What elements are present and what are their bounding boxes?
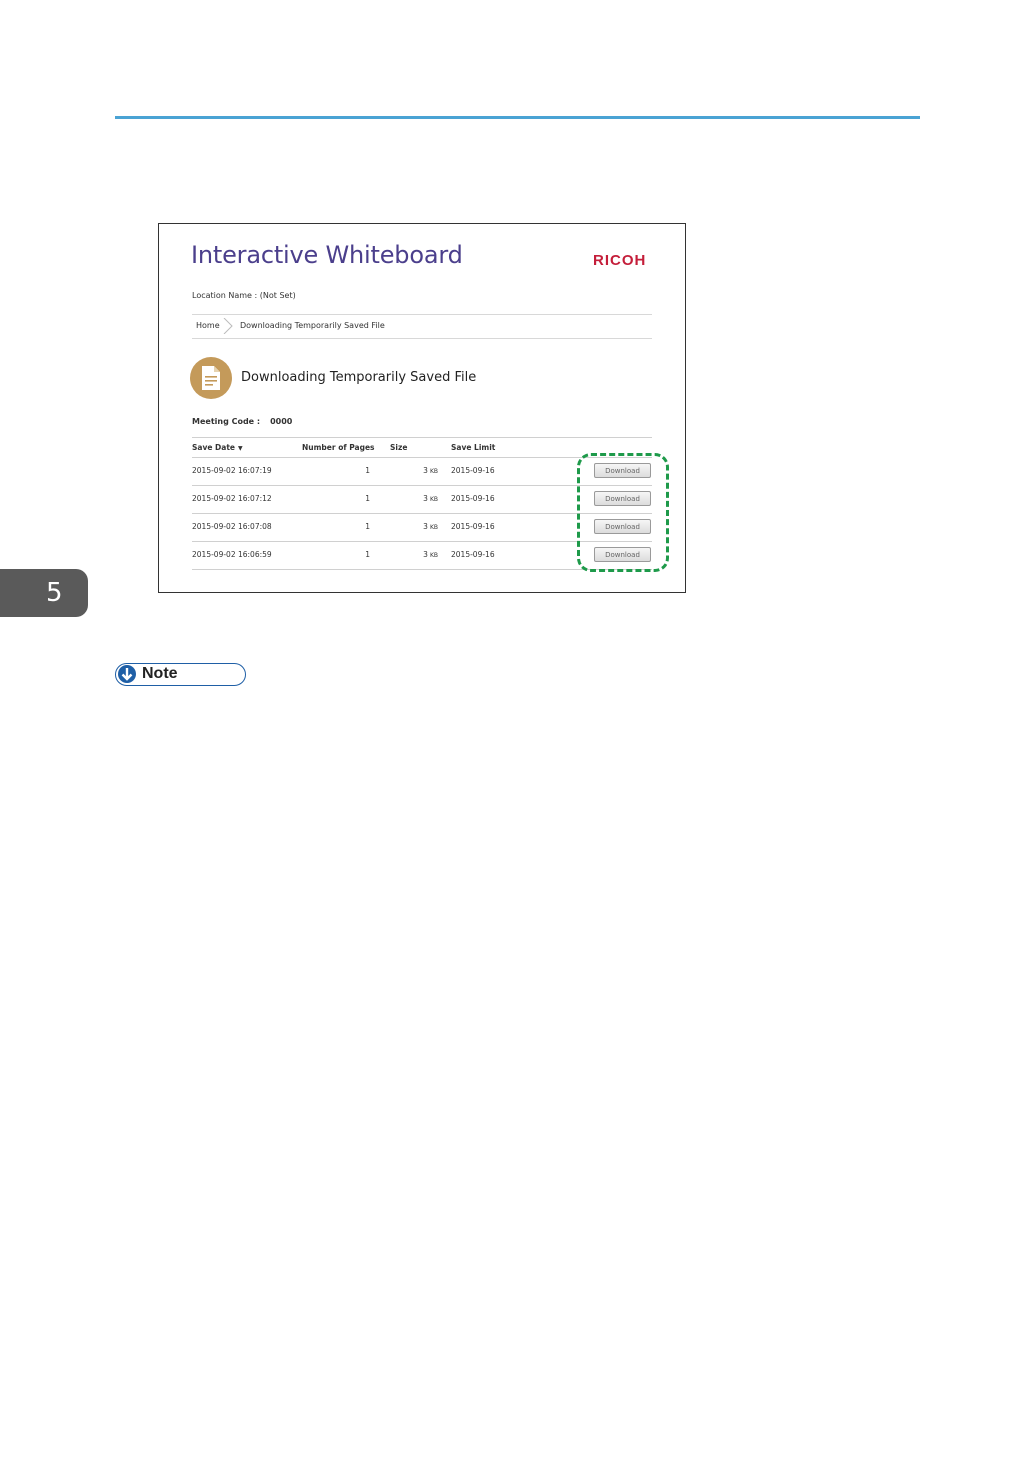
header-rule <box>115 116 920 119</box>
cell-pages: 1 <box>365 494 370 503</box>
cell-save-date: 2015-09-02 16:07:19 <box>192 466 272 475</box>
cell-save-limit: 2015-09-16 <box>451 466 495 475</box>
cell-size-unit: KB <box>429 496 438 503</box>
cell-save-limit: 2015-09-16 <box>451 550 495 559</box>
cell-size-value: 3 <box>423 494 428 503</box>
screenshot-frame: Interactive Whiteboard RICOH Location Na… <box>158 223 686 593</box>
cell-size-value: 3 <box>423 466 428 475</box>
cell-size-unit: KB <box>429 468 438 475</box>
cell-size: 3 KB <box>412 494 438 503</box>
header-size: Size <box>390 443 408 452</box>
note-badge: Note <box>115 663 246 686</box>
note-label: Note <box>142 665 178 682</box>
sort-down-icon: ▼ <box>238 445 243 452</box>
page-title: Downloading Temporarily Saved File <box>241 370 477 385</box>
cell-size-unit: KB <box>429 524 438 531</box>
breadcrumb: Home Downloading Temporarily Saved File <box>192 314 652 339</box>
cell-pages: 1 <box>365 550 370 559</box>
header-save-limit: Save Limit <box>451 443 496 452</box>
cell-size: 3 KB <box>412 466 438 475</box>
cell-pages: 1 <box>365 522 370 531</box>
arrow-down-icon <box>118 665 136 683</box>
cell-size: 3 KB <box>412 522 438 531</box>
app-title: Interactive Whiteboard <box>191 241 463 269</box>
header-save-date-label: Save Date <box>192 443 236 452</box>
cell-save-limit: 2015-09-16 <box>451 494 495 503</box>
cell-size-unit: KB <box>429 552 438 559</box>
cell-size: 3 KB <box>412 550 438 559</box>
breadcrumb-current: Downloading Temporarily Saved File <box>240 321 385 330</box>
meeting-code: Meeting Code : 0000 <box>192 417 292 426</box>
cell-size-value: 3 <box>423 522 428 531</box>
cell-pages: 1 <box>365 466 370 475</box>
cell-size-value: 3 <box>423 550 428 559</box>
location-name: Location Name : (Not Set) <box>192 291 296 300</box>
file-document-icon <box>190 357 232 399</box>
header-pages: Number of Pages <box>302 443 375 452</box>
header-save-date[interactable]: Save Date ▼ <box>192 443 243 452</box>
cell-save-date: 2015-09-02 16:06:59 <box>192 550 272 559</box>
ricoh-logo: RICOH <box>593 252 647 269</box>
chapter-number: 5 <box>46 578 63 608</box>
cell-save-date: 2015-09-02 16:07:12 <box>192 494 272 503</box>
chevron-right-icon <box>223 318 233 334</box>
cell-save-date: 2015-09-02 16:07:08 <box>192 522 272 531</box>
cell-save-limit: 2015-09-16 <box>451 522 495 531</box>
download-buttons-highlight <box>577 453 669 572</box>
chapter-tab: 5 <box>0 569 88 617</box>
meeting-code-label: Meeting Code : <box>192 417 261 426</box>
breadcrumb-home-link[interactable]: Home <box>196 321 220 330</box>
meeting-code-value: 0000 <box>270 417 293 426</box>
